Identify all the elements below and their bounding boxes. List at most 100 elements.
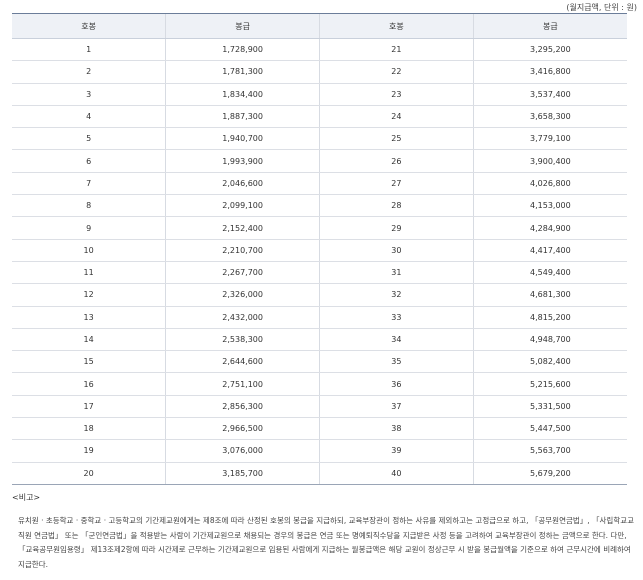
pay-cell: 4,026,800	[472, 172, 627, 196]
pay-cell: 2,099,100	[165, 194, 320, 218]
table-row: 8 2,099,100 28 4,153,000	[12, 194, 627, 218]
pay-cell: 5,679,200	[472, 462, 627, 485]
pay-cell: 1,993,900	[165, 149, 320, 173]
step-cell: 7	[12, 172, 166, 196]
step-cell: 30	[319, 239, 474, 262]
pay-cell: 3,416,800	[472, 60, 627, 84]
step-cell: 38	[319, 417, 474, 441]
pay-cell: 1,887,300	[165, 105, 320, 129]
step-cell: 18	[12, 417, 166, 441]
pay-cell: 3,295,200	[472, 38, 627, 62]
step-cell: 31	[319, 261, 474, 285]
step-cell: 22	[319, 60, 474, 84]
pay-cell: 5,563,700	[472, 439, 627, 463]
step-cell: 11	[12, 261, 166, 285]
pay-cell: 2,751,100	[165, 372, 320, 396]
table-row: 13 2,432,000 33 4,815,200	[12, 306, 627, 329]
step-cell: 40	[319, 462, 474, 485]
pay-cell: 5,447,500	[472, 417, 627, 441]
table-row: 11 2,267,700 31 4,549,400	[12, 261, 627, 285]
table-row: 17 2,856,300 37 5,331,500	[12, 395, 627, 419]
pay-cell: 3,779,100	[472, 127, 627, 151]
table-row: 16 2,751,100 36 5,215,600	[12, 372, 627, 396]
pay-cell: 1,834,400	[165, 83, 320, 106]
unit-note: (월지급액, 단위 : 원)	[566, 3, 637, 12]
pay-cell: 5,331,500	[472, 395, 627, 419]
step-cell: 5	[12, 127, 166, 151]
pay-cell: 4,153,000	[472, 194, 627, 218]
step-cell: 14	[12, 328, 166, 352]
table-row: 19 3,076,000 39 5,563,700	[12, 439, 627, 463]
pay-cell: 3,185,700	[165, 462, 320, 485]
pay-cell: 2,210,700	[165, 239, 320, 262]
step-cell: 33	[319, 306, 474, 329]
pay-cell: 1,940,700	[165, 127, 320, 151]
pay-cell: 4,681,300	[472, 283, 627, 307]
pay-cell: 4,417,400	[472, 239, 627, 262]
step-cell: 25	[319, 127, 474, 151]
table-row: 15 2,644,600 35 5,082,400	[12, 350, 627, 374]
step-cell: 2	[12, 60, 166, 84]
step-cell: 3	[12, 83, 166, 106]
step-cell: 23	[319, 83, 474, 106]
table-row: 1 1,728,900 21 3,295,200	[12, 38, 627, 62]
step-cell: 8	[12, 194, 166, 218]
step-cell: 35	[319, 350, 474, 374]
pay-cell: 2,538,300	[165, 328, 320, 352]
pay-cell: 3,537,400	[472, 83, 627, 106]
pay-cell: 1,728,900	[165, 38, 320, 62]
table-header-row: 호봉 봉급 호봉 봉급	[12, 13, 627, 39]
table-row: 3 1,834,400 23 3,537,400	[12, 83, 627, 106]
pay-cell: 4,948,700	[472, 328, 627, 352]
table-row: 18 2,966,500 38 5,447,500	[12, 417, 627, 441]
step-cell: 36	[319, 372, 474, 396]
step-cell: 26	[319, 149, 474, 173]
note-text: 유치원 · 초등학교 · 중학교 · 고등학교의 기간제교원에게는 제8조에 따…	[18, 516, 635, 569]
table-row: 5 1,940,700 25 3,779,100	[12, 127, 627, 151]
table-row: 9 2,152,400 29 4,284,900	[12, 216, 627, 240]
step-cell: 20	[12, 462, 166, 485]
step-cell: 19	[12, 439, 166, 463]
pay-cell: 2,966,500	[165, 417, 320, 441]
pay-cell: 5,082,400	[472, 350, 627, 374]
table-row: 12 2,326,000 32 4,681,300	[12, 283, 627, 307]
step-cell: 21	[319, 38, 474, 62]
step-cell: 12	[12, 283, 166, 307]
table-row: 2 1,781,300 22 3,416,800	[12, 60, 627, 84]
pay-cell: 3,900,400	[472, 149, 627, 173]
pay-cell: 2,856,300	[165, 395, 320, 419]
table-row: 14 2,538,300 34 4,948,700	[12, 328, 627, 352]
pay-cell: 3,658,300	[472, 105, 627, 129]
note-heading: <비고>	[12, 493, 41, 502]
step-cell: 39	[319, 439, 474, 463]
step-cell: 15	[12, 350, 166, 374]
table-row: 7 2,046,600 27 4,026,800	[12, 172, 627, 196]
header-step-1: 호봉	[12, 13, 166, 39]
pay-cell: 2,326,000	[165, 283, 320, 307]
pay-cell: 5,215,600	[472, 372, 627, 396]
pay-cell: 2,046,600	[165, 172, 320, 196]
pay-cell: 1,781,300	[165, 60, 320, 84]
step-cell: 9	[12, 216, 166, 240]
table-row: 4 1,887,300 24 3,658,300	[12, 105, 627, 129]
header-pay-1: 봉급	[165, 13, 320, 39]
step-cell: 1	[12, 38, 166, 62]
pay-cell: 2,432,000	[165, 306, 320, 329]
step-cell: 6	[12, 149, 166, 173]
step-cell: 29	[319, 216, 474, 240]
step-cell: 10	[12, 239, 166, 262]
step-cell: 32	[319, 283, 474, 307]
step-cell: 24	[319, 105, 474, 129]
pay-cell: 2,152,400	[165, 216, 320, 240]
table-row: 10 2,210,700 30 4,417,400	[12, 239, 627, 262]
step-cell: 34	[319, 328, 474, 352]
step-cell: 37	[319, 395, 474, 419]
step-cell: 17	[12, 395, 166, 419]
header-step-2: 호봉	[319, 13, 474, 39]
pay-cell: 3,076,000	[165, 439, 320, 463]
pay-cell: 2,267,700	[165, 261, 320, 285]
pay-cell: 4,284,900	[472, 216, 627, 240]
table-row: 20 3,185,700 40 5,679,200	[12, 462, 627, 485]
step-cell: 28	[319, 194, 474, 218]
table-row: 6 1,993,900 26 3,900,400	[12, 149, 627, 173]
